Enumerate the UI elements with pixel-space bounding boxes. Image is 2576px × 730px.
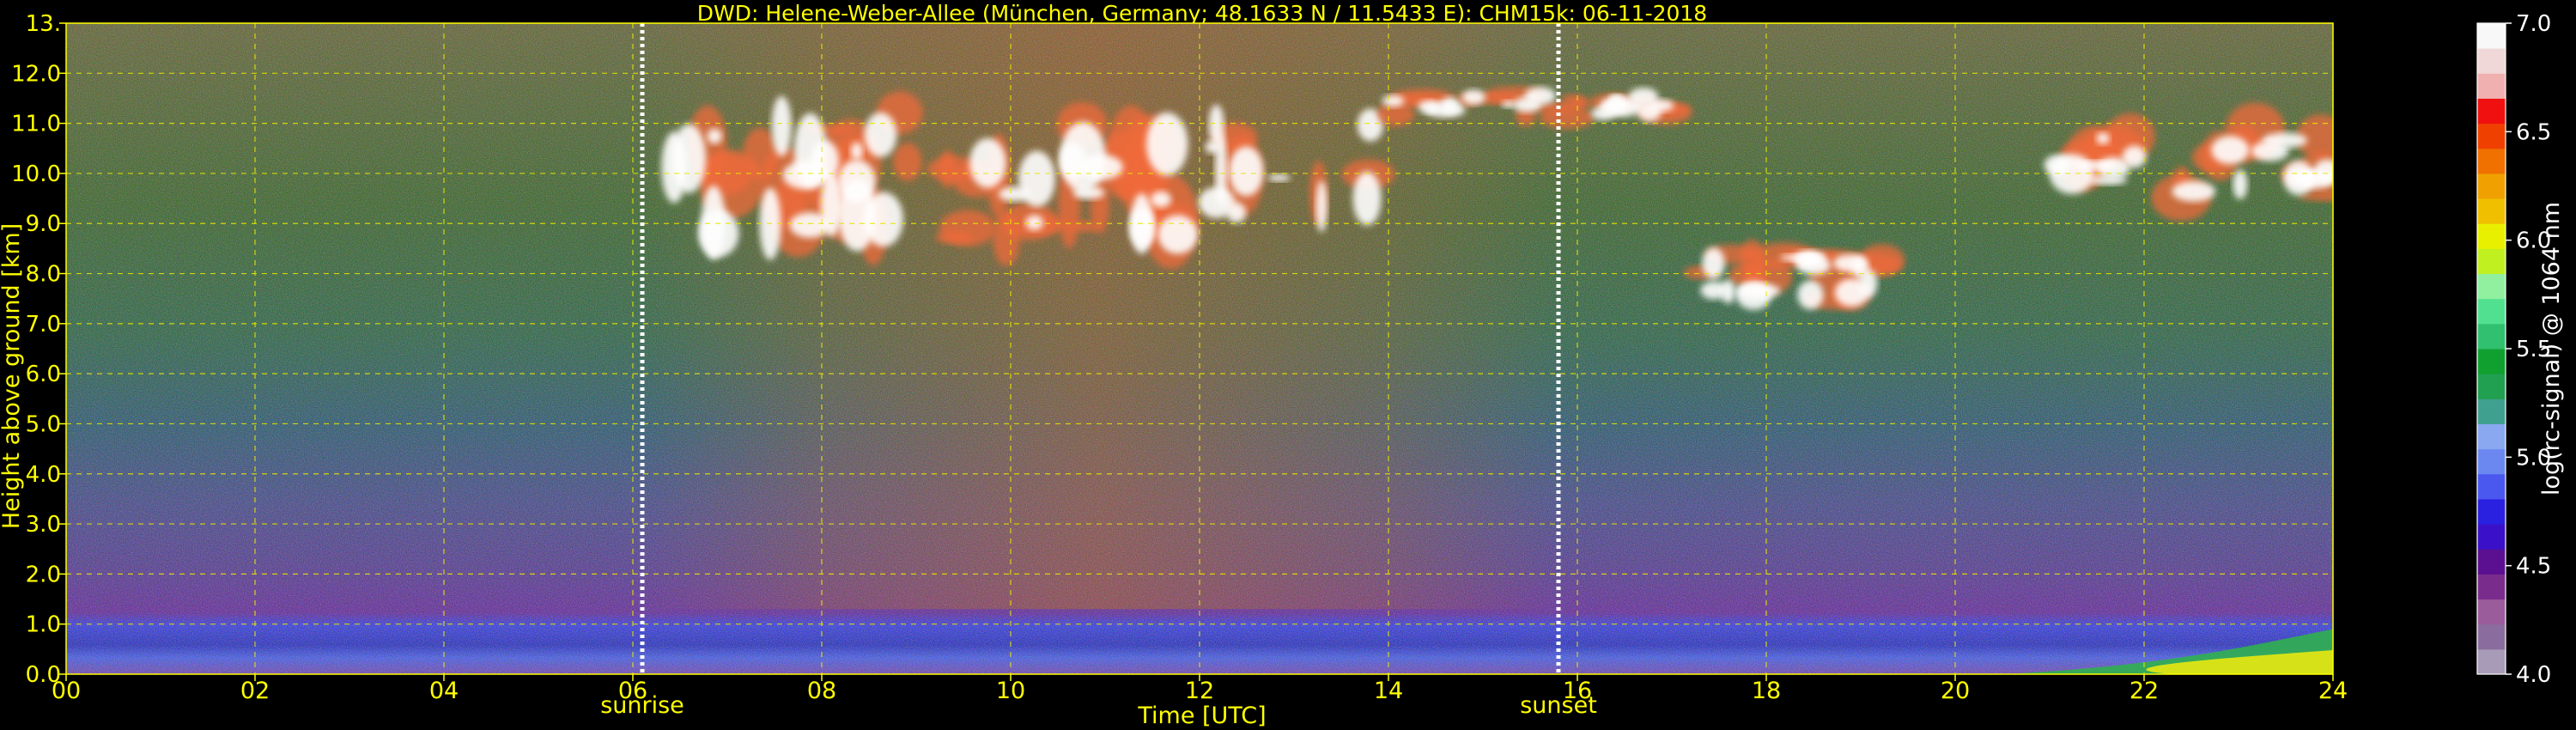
colorbar-segment [2477,323,2506,350]
colorbar-segment [2477,574,2506,600]
colorbar-tick-label: 4.0 [2516,662,2551,688]
colorbar-segment [2477,498,2506,525]
y-tick-label: 8.0 [26,262,61,288]
colorbar-segment [2477,48,2506,74]
x-tick-label: 22 [2129,678,2159,704]
colorbar-segment [2477,374,2506,399]
x-tick-label: 14 [1374,678,1403,704]
colorbar-segment [2477,23,2506,49]
x-tick-label: 16 [1563,678,1592,704]
y-tick-label: 4.0 [26,462,61,488]
colorbar-tick-label: 4.5 [2516,554,2551,580]
colorbar-segment [2477,599,2506,625]
y-tick-label: 1.0 [26,612,61,638]
x-tick-label: 18 [1752,678,1781,704]
colorbar-segment [2477,423,2506,450]
x-tick-label: 20 [1941,678,1970,704]
colorbar-segment [2477,298,2506,325]
colorbar-segment [2477,198,2506,224]
y-tick-label: 6.0 [26,362,61,387]
x-tick-label: 04 [429,678,459,704]
y-tick-label: 10.0 [11,161,61,187]
x-tick-label: 08 [807,678,836,704]
x-tick-label: 02 [240,678,270,704]
colorbar-segment [2477,248,2506,275]
colorbar-segment [2477,273,2506,300]
colorbar-segment [2477,223,2506,249]
colorbar-segment [2477,349,2506,374]
x-tick-label: 24 [2318,678,2348,704]
ceilometer-chart: DWD: Helene-Weber-Allee (München, German… [0,1,2565,729]
colorbar-segment [2477,624,2506,650]
colorbar-segment [2477,123,2506,149]
y-tick-label: 0.0 [26,662,61,688]
colorbar-segment [2477,73,2506,99]
x-tick-label: 12 [1185,678,1214,704]
colorbar-segment [2477,173,2506,199]
colorbar-label: log(rc-signal) @ 1064 nm [2538,202,2565,496]
y-axis-label: Height above ground [km] [0,223,25,529]
y-tick-label: 7.0 [26,312,61,338]
colorbar-segment [2477,98,2506,125]
y-tick-label: 2.0 [26,562,61,587]
colorbar-tick-label: 7.0 [2516,11,2551,37]
colorbar-segment [2477,648,2506,675]
colorbar-segment [2477,398,2506,424]
x-axis-label: Time [UTC] [1137,703,1266,729]
x-tick-label: 10 [996,678,1025,704]
y-tick-label: 12.0 [11,61,61,87]
colorbar-segment [2477,448,2506,475]
y-tick-label: 5.0 [26,411,61,437]
colorbar-tick-label: 6.5 [2516,119,2551,145]
colorbar-segment [2477,524,2506,550]
chart-title: DWD: Helene-Weber-Allee (München, German… [697,1,1707,26]
y-tick-label: 11.0 [11,112,61,137]
colorbar-segment [2477,549,2506,575]
y-tick-label: 13. [26,11,61,37]
x-tick-label: 06 [618,678,647,704]
y-tick-label: 3.0 [26,512,61,538]
colorbar-segment [2477,473,2506,500]
colorbar-segment [2477,148,2506,174]
signal-heatmap [66,23,2333,674]
y-tick-label: 9.0 [26,211,61,237]
